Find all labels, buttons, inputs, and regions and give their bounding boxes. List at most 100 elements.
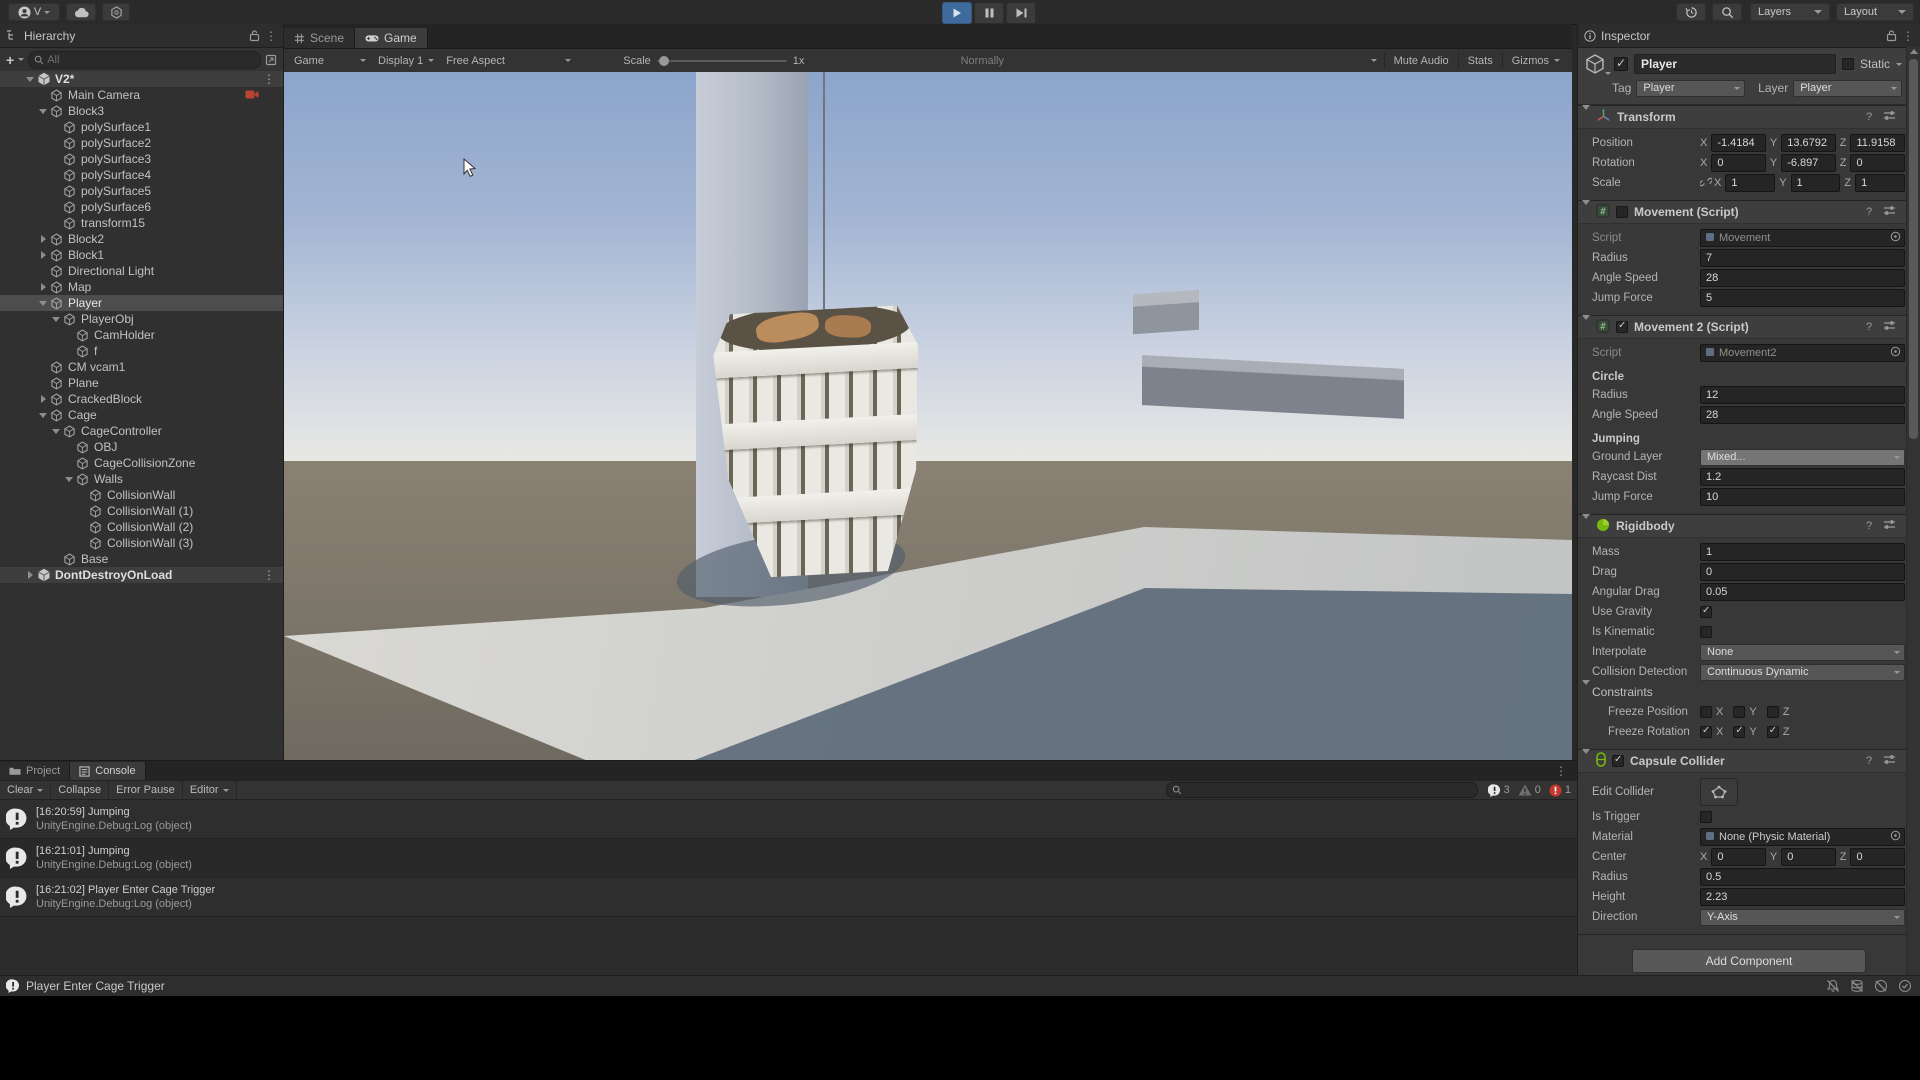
hierarchy-item-f[interactable]: f [0,343,283,359]
display-dropdown[interactable]: Display 1 [372,52,440,69]
value-field[interactable]: 5 [1700,289,1905,307]
foldout-open-icon[interactable] [24,77,36,82]
hierarchy-item-v2-[interactable]: V2*⋮ [0,71,283,87]
inspector-scrollbar[interactable] [1906,47,1920,975]
value-field[interactable]: 0 [1711,154,1766,172]
object-picker-icon[interactable] [1890,830,1901,844]
tag-dropdown[interactable]: Player [1636,80,1745,97]
item-menu-kebab[interactable]: ⋮ [263,568,275,582]
value-field[interactable]: 28 [1700,406,1905,424]
hierarchy-item-cagecollisionzone[interactable]: CageCollisionZone [0,455,283,471]
focus-mode-dropdown[interactable]: Normally [915,52,1383,69]
value-field[interactable]: 0 [1850,848,1905,866]
foldout-open-icon[interactable] [50,317,62,322]
value-field[interactable]: 0 [1700,563,1905,581]
freeze-x-checkbox[interactable] [1700,726,1712,738]
create-object-button[interactable]: + [6,52,14,68]
mute-audio-toggle[interactable]: Mute Audio [1386,55,1457,67]
object-picker-icon[interactable] [1890,346,1901,360]
edit-collider-button[interactable] [1700,778,1738,806]
info-count-badge[interactable]: 3 [1488,784,1510,797]
value-field[interactable]: 10 [1700,488,1905,506]
foldout-open-icon[interactable] [37,301,49,306]
cache-server-slash-icon[interactable] [1850,979,1864,993]
warning-count-badge[interactable]: 0 [1518,784,1541,796]
item-menu-kebab[interactable]: ⋮ [263,72,275,86]
presets-icon[interactable] [1882,754,1896,768]
tab-project[interactable]: Project [0,762,70,780]
component-header[interactable]: Capsule Collider?⋮ [1578,750,1920,773]
freeze-y-checkbox[interactable] [1733,706,1745,718]
account-button[interactable]: V [8,3,60,21]
hierarchy-item-dontdestroyonload[interactable]: DontDestroyOnLoad⋮ [0,567,283,583]
foldout-open-icon[interactable] [63,477,75,482]
scale-slider[interactable] [657,60,787,62]
row-checkbox[interactable] [1700,606,1712,618]
create-object-caret-icon[interactable] [18,58,24,61]
value-field[interactable]: 1 [1791,174,1841,192]
gameobject-name-field[interactable]: Player [1634,54,1836,74]
value-field[interactable]: 1 [1855,174,1905,192]
hierarchy-item-polysurface1[interactable]: polySurface1 [0,119,283,135]
foldout-open-icon[interactable] [37,413,49,418]
scene-visibility-icon[interactable] [265,54,277,66]
component-enabled-checkbox[interactable] [1616,206,1628,218]
hierarchy-item-collisionwall[interactable]: CollisionWall [0,487,283,503]
foldout-open-icon[interactable] [1582,205,1590,219]
hierarchy-item-block2[interactable]: Block2 [0,231,283,247]
hierarchy-item-polysurface2[interactable]: polySurface2 [0,135,283,151]
inspector-scrollbar-thumb[interactable] [1909,59,1918,439]
freeze-y-checkbox[interactable] [1733,726,1745,738]
add-component-button[interactable]: Add Component [1632,949,1866,973]
console-search-input[interactable] [1166,782,1478,798]
foldout-open-icon[interactable] [1582,110,1590,124]
hierarchy-item-camholder[interactable]: CamHolder [0,327,283,343]
foldout-closed-icon[interactable] [37,283,49,291]
scroll-up-arrow-icon[interactable] [1910,49,1918,54]
tab-console[interactable]: Console [70,762,145,780]
clear-button[interactable]: Clear [0,781,51,799]
bell-slash-icon[interactable] [1826,979,1840,993]
console-log-entry[interactable]: [16:20:59] JumpingUnityEngine.Debug:Log … [0,800,1577,839]
presets-icon[interactable] [1882,205,1896,219]
layer-dropdown[interactable]: Player [1793,80,1902,97]
foldout-open-icon[interactable] [1582,685,1592,699]
gizmos-dropdown[interactable]: Gizmos [1504,55,1568,67]
hierarchy-item-cagecontroller[interactable]: CageController [0,423,283,439]
hierarchy-item-plane[interactable]: Plane [0,375,283,391]
foldout-closed-icon[interactable] [37,235,49,243]
hierarchy-item-polysurface3[interactable]: polySurface3 [0,151,283,167]
value-field[interactable]: 28 [1700,269,1905,287]
gameobject-active-checkbox[interactable] [1614,57,1628,71]
foldout-open-icon[interactable] [1582,519,1590,533]
help-icon[interactable]: ? [1862,111,1876,123]
freeze-z-checkbox[interactable] [1767,706,1779,718]
static-options-caret-icon[interactable] [1896,63,1902,66]
freeze-z-checkbox[interactable] [1767,726,1779,738]
value-field[interactable]: 7 [1700,249,1905,267]
game-target-dropdown[interactable]: Game [288,52,372,69]
console-log-entry[interactable]: [16:21:01] JumpingUnityEngine.Debug:Log … [0,839,1577,878]
plastic-scm-button[interactable] [102,3,130,21]
lock-icon[interactable] [1886,29,1897,42]
value-field[interactable]: -1.4184 [1711,134,1766,152]
freeze-x-checkbox[interactable] [1700,706,1712,718]
presets-icon[interactable] [1882,320,1896,334]
value-field[interactable]: 2.23 [1700,888,1905,906]
status-bar[interactable]: Player Enter Cage Trigger [0,975,1920,996]
hierarchy-item-player[interactable]: Player [0,295,283,311]
hierarchy-item-directional-light[interactable]: Directional Light [0,263,283,279]
hierarchy-item-obj[interactable]: OBJ [0,439,283,455]
hierarchy-item-cage[interactable]: Cage [0,407,283,423]
hierarchy-item-block3[interactable]: Block3 [0,103,283,119]
hierarchy-item-collisionwall-3-[interactable]: CollisionWall (3) [0,535,283,551]
step-button[interactable] [1006,2,1036,24]
aspect-dropdown[interactable]: Free Aspect [440,52,577,69]
foldout-closed-icon[interactable] [37,251,49,259]
foldout-closed-icon[interactable] [24,571,36,579]
help-icon[interactable]: ? [1862,755,1876,767]
console-menu-kebab[interactable]: ⋮ [1555,764,1567,778]
link-scale-icon[interactable] [1700,176,1712,191]
hierarchy-item-polysurface5[interactable]: polySurface5 [0,183,283,199]
object-field[interactable]: None (Physic Material) [1700,828,1905,846]
